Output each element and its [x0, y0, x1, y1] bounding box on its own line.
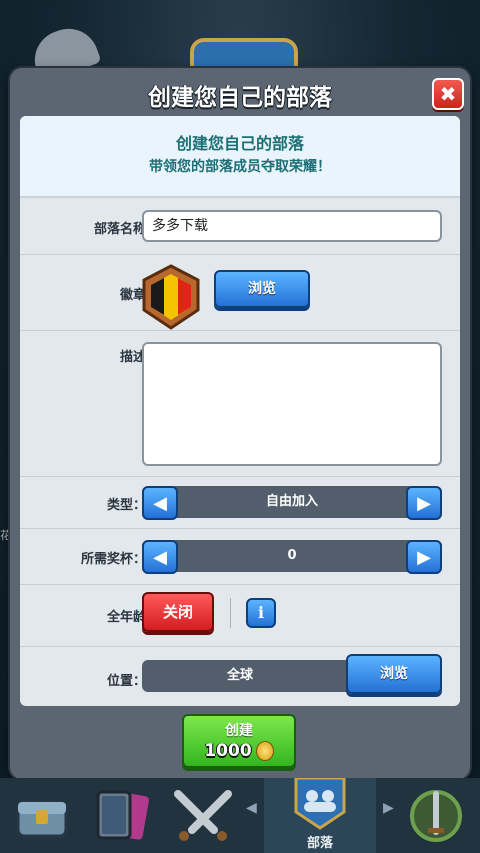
trophies-next-button[interactable]: ▶ — [406, 540, 442, 574]
chest-icon[interactable] — [14, 788, 70, 844]
clan-icon[interactable] — [292, 778, 348, 830]
location-browse-button[interactable]: 浏览 — [346, 654, 442, 694]
family-friendly-toggle[interactable]: 关闭 — [142, 592, 214, 632]
coin-icon — [255, 741, 274, 761]
close-icon: ✖ — [439, 82, 457, 106]
header-subtitle: 带领您的部落成员夺取荣耀！ — [149, 159, 331, 175]
badge-browse-button[interactable]: 浏览 — [214, 270, 310, 308]
swords-icon[interactable] — [170, 788, 236, 844]
family-friendly-label: 全年龄 — [106, 610, 146, 625]
description-input[interactable] — [142, 342, 442, 466]
nav-left-arrow-icon[interactable]: ◀ — [246, 800, 257, 816]
close-button[interactable]: ✖ — [432, 78, 464, 110]
cards-icon[interactable] — [92, 786, 154, 846]
location-value: 全球 — [226, 668, 253, 683]
form-panel: 创建您自己的部落 带领您的部落成员夺取荣耀！ 部落名称 多多下载 徽章 浏览 描… — [20, 116, 460, 706]
location-row: 位置： 全球 浏览 — [20, 646, 460, 706]
create-clan-button[interactable]: 创建 1000 — [182, 714, 296, 768]
dialog-header: 创建您自己的部落 带领您的部落成员夺取荣耀！ — [20, 116, 460, 198]
laurel-icon[interactable] — [404, 786, 468, 846]
belgium-badge-icon[interactable] — [141, 264, 201, 330]
info-button[interactable]: i — [246, 598, 276, 628]
create-label: 创建 — [225, 723, 253, 739]
location-label: 位置： — [106, 674, 146, 689]
required-trophies-selector: ◀ 0 ▶ — [142, 540, 442, 574]
required-trophies-row: 所需奖杯： ◀ 0 ▶ — [20, 528, 460, 585]
clan-type-value: 自由加入 — [265, 494, 318, 509]
arrow-left-icon: ◀ — [153, 546, 167, 568]
required-trophies-value: 0 — [287, 548, 297, 563]
clan-name-row: 部落名称 多多下载 — [20, 198, 460, 255]
arrow-right-icon: ▶ — [417, 492, 431, 514]
nav-clan-label: 部落 — [306, 836, 333, 851]
header-title: 创建您自己的部落 — [175, 134, 304, 153]
create-cost: 1000 — [184, 741, 294, 761]
trophies-prev-button[interactable]: ◀ — [142, 540, 178, 574]
family-friendly-row: 全年龄 关闭 i — [20, 584, 460, 647]
dialog-title: 创建您自己的部落 — [148, 85, 332, 111]
nav-right-arrow-icon[interactable]: ▶ — [383, 800, 394, 816]
divider — [230, 598, 231, 628]
create-cost-value: 1000 — [204, 741, 252, 761]
badge-row: 徽章 浏览 — [20, 254, 460, 331]
type-prev-button[interactable]: ◀ — [142, 486, 178, 520]
clan-type-selector: ◀ 自由加入 ▶ — [142, 486, 442, 520]
clan-type-row: 类型： ◀ 自由加入 ▶ — [20, 476, 460, 529]
clan-type-label: 类型： — [106, 498, 146, 513]
type-next-button[interactable]: ▶ — [406, 486, 442, 520]
required-trophies-label: 所需奖杯： — [80, 552, 146, 567]
bottom-navigation: ◀ 部落 ▶ — [0, 778, 480, 853]
arrow-right-icon: ▶ — [417, 546, 431, 568]
create-clan-dialog: 创建您自己的部落 ✖ 创建您自己的部落 带领您的部落成员夺取荣耀！ 部落名称 多… — [10, 68, 470, 779]
arrow-left-icon: ◀ — [153, 492, 167, 514]
clan-name-label: 部落名称 — [93, 222, 146, 237]
info-icon: i — [257, 603, 265, 622]
clan-name-input[interactable]: 多多下载 — [142, 210, 442, 242]
description-row: 描述 — [20, 330, 460, 477]
